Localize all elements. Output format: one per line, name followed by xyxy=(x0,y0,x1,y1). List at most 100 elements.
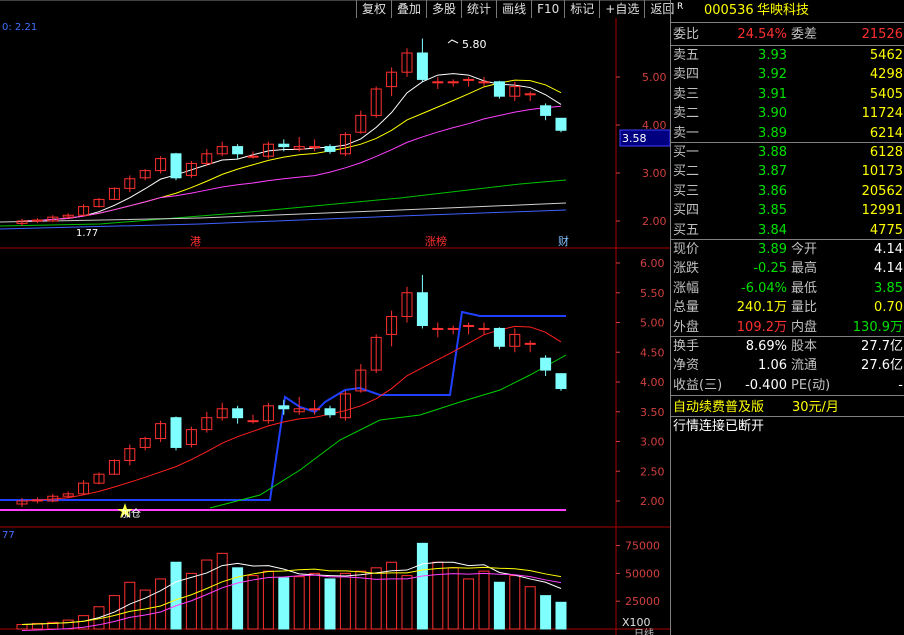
volume-bar xyxy=(170,561,182,630)
stat-value: 8.69% xyxy=(745,339,787,354)
ma250-line xyxy=(0,209,567,230)
sell-volume: 5462 xyxy=(869,48,903,63)
buy-label: 买二 xyxy=(673,164,700,180)
volume-bar xyxy=(247,575,259,630)
toolbar-button[interactable]: 画线 xyxy=(496,0,531,18)
mid-candle-body xyxy=(555,373,567,390)
chart-top-label: 0: 2.21 xyxy=(2,22,37,33)
y-tick-label: 2.00 xyxy=(642,215,667,228)
y-tick-label: 5.00 xyxy=(642,71,667,84)
sell-volume: 4298 xyxy=(869,67,903,83)
upper-candle-body xyxy=(309,146,321,149)
vol-tick-label: 75000 xyxy=(625,540,660,553)
stat-row: 涨幅 -6.04% 最低 3.85 xyxy=(671,279,904,298)
y-tick-label: 5.00 xyxy=(640,317,665,330)
toolbar-button[interactable]: 多股 xyxy=(426,0,461,18)
toolbar-button[interactable]: +自选 xyxy=(599,0,644,18)
volume-bar xyxy=(339,572,351,630)
stat-row: 净资 1.06 流通 27.6亿 xyxy=(671,356,904,375)
upper-candle-body xyxy=(278,143,290,148)
volume-bar xyxy=(432,561,444,630)
mid-candle-body xyxy=(478,327,490,330)
sell-row: 卖一 3.89 6214 xyxy=(671,124,904,143)
ma60-line xyxy=(0,179,567,227)
upper-candle-body xyxy=(463,78,475,81)
buy-row: 买四 3.85 12991 xyxy=(671,201,904,220)
upper-candle-body xyxy=(170,153,182,179)
y-tick-label: 5.50 xyxy=(640,287,665,300)
weibi-value: 24.54% xyxy=(737,27,787,42)
buy-label: 买五 xyxy=(673,222,700,238)
mid-candle-body xyxy=(432,327,444,330)
mid-candle-body xyxy=(447,327,459,330)
toolbar-button[interactable]: 叠加 xyxy=(391,0,426,18)
toolbar-button[interactable]: 标记 xyxy=(564,0,599,18)
upper-candle-body xyxy=(555,117,567,131)
sell-row: 卖三 3.91 5405 xyxy=(671,85,904,104)
stat-row: 换手 8.69% 股本 27.7亿 xyxy=(671,337,904,356)
volume-bar xyxy=(463,578,475,630)
weicha-value: 21526 xyxy=(861,27,903,42)
sell-price: 3.93 xyxy=(758,48,787,63)
volume-bar xyxy=(16,624,28,630)
mid-candle-body xyxy=(416,292,428,326)
volume-bar xyxy=(493,581,505,630)
y-tick-label: 2.00 xyxy=(640,495,665,508)
stat-label: 净资 xyxy=(673,358,700,374)
ma120-line xyxy=(0,202,567,223)
volume-bar xyxy=(155,578,167,630)
volume-bar xyxy=(416,542,428,630)
y-tick-label: 4.00 xyxy=(640,376,665,389)
period-tab: 日线 xyxy=(634,627,654,635)
mid-candle-body xyxy=(170,417,182,448)
y-tick-label: 4.50 xyxy=(640,346,665,359)
volume-bar xyxy=(278,577,290,630)
vol-tick-label: 25000 xyxy=(625,595,660,608)
vol-top-label: 77 xyxy=(2,530,15,541)
mid-candle-body xyxy=(232,408,244,419)
connection-status: 行情连接已断开 xyxy=(673,419,765,434)
stat-value: -0.400 xyxy=(745,377,787,393)
mid-candle-body xyxy=(463,324,475,327)
weibi-label: 委比 xyxy=(673,27,700,42)
event-marker: 财 xyxy=(558,234,569,248)
chart-toolbar: 复权 叠加 多股 统计 画线 F10 标记 +自选 返回 xyxy=(356,0,679,18)
stock-header: R 000536 华映科技 xyxy=(671,1,904,20)
sell-row: 卖二 3.90 11724 xyxy=(671,104,904,123)
volume-bar xyxy=(555,601,567,630)
toolbar-button[interactable]: 复权 xyxy=(356,0,391,18)
upper-candle-body xyxy=(232,146,244,155)
stat-value: -6.04% xyxy=(741,280,787,296)
event-marker: 涨榜 xyxy=(425,234,447,248)
buy-price: 3.86 xyxy=(758,183,787,199)
stat-value: 1.06 xyxy=(758,358,787,374)
volume-bar xyxy=(386,561,398,630)
volume-bar xyxy=(370,567,382,630)
volume-bar xyxy=(401,575,413,630)
upper-candle-body xyxy=(524,93,536,96)
kline-chart-area[interactable]: 5.00 4.00 3.00 2.00 0: 2.21 5.80 1.77 3.58 港 涨榜 财 6… xyxy=(0,0,674,635)
volume-bar xyxy=(478,570,490,630)
current-price-tag: 3.58 xyxy=(622,132,647,145)
toolbar-button[interactable]: F10 xyxy=(531,0,564,18)
stat-value: 240.1万 xyxy=(736,300,787,316)
high-arrow xyxy=(447,39,459,44)
mid-candle-body xyxy=(493,327,505,347)
volume-bar xyxy=(447,567,459,630)
promo-row[interactable]: 自动续费普及版 30元/月 xyxy=(671,398,904,417)
r-marker: R xyxy=(677,2,684,12)
upper-candle-body xyxy=(432,81,444,84)
buy-row: 买二 3.87 10173 xyxy=(671,162,904,181)
mid-candle-body xyxy=(309,408,321,411)
vol-tick-label: 50000 xyxy=(625,567,660,580)
stat-label: 量比 xyxy=(791,300,818,316)
y-tick-label: 3.00 xyxy=(640,436,665,449)
upper-candle-body xyxy=(416,52,428,80)
buy-label: 买四 xyxy=(673,203,700,219)
upper-candle-body xyxy=(324,146,336,152)
stat-value: 4.14 xyxy=(874,242,903,257)
buy-volume: 10173 xyxy=(861,164,903,180)
toolbar-button[interactable]: 统计 xyxy=(461,0,496,18)
kline-chart[interactable]: 5.00 4.00 3.00 2.00 0: 2.21 5.80 1.77 3.58 港 涨榜 财 6… xyxy=(0,0,670,635)
event-marker: 港 xyxy=(190,235,201,248)
